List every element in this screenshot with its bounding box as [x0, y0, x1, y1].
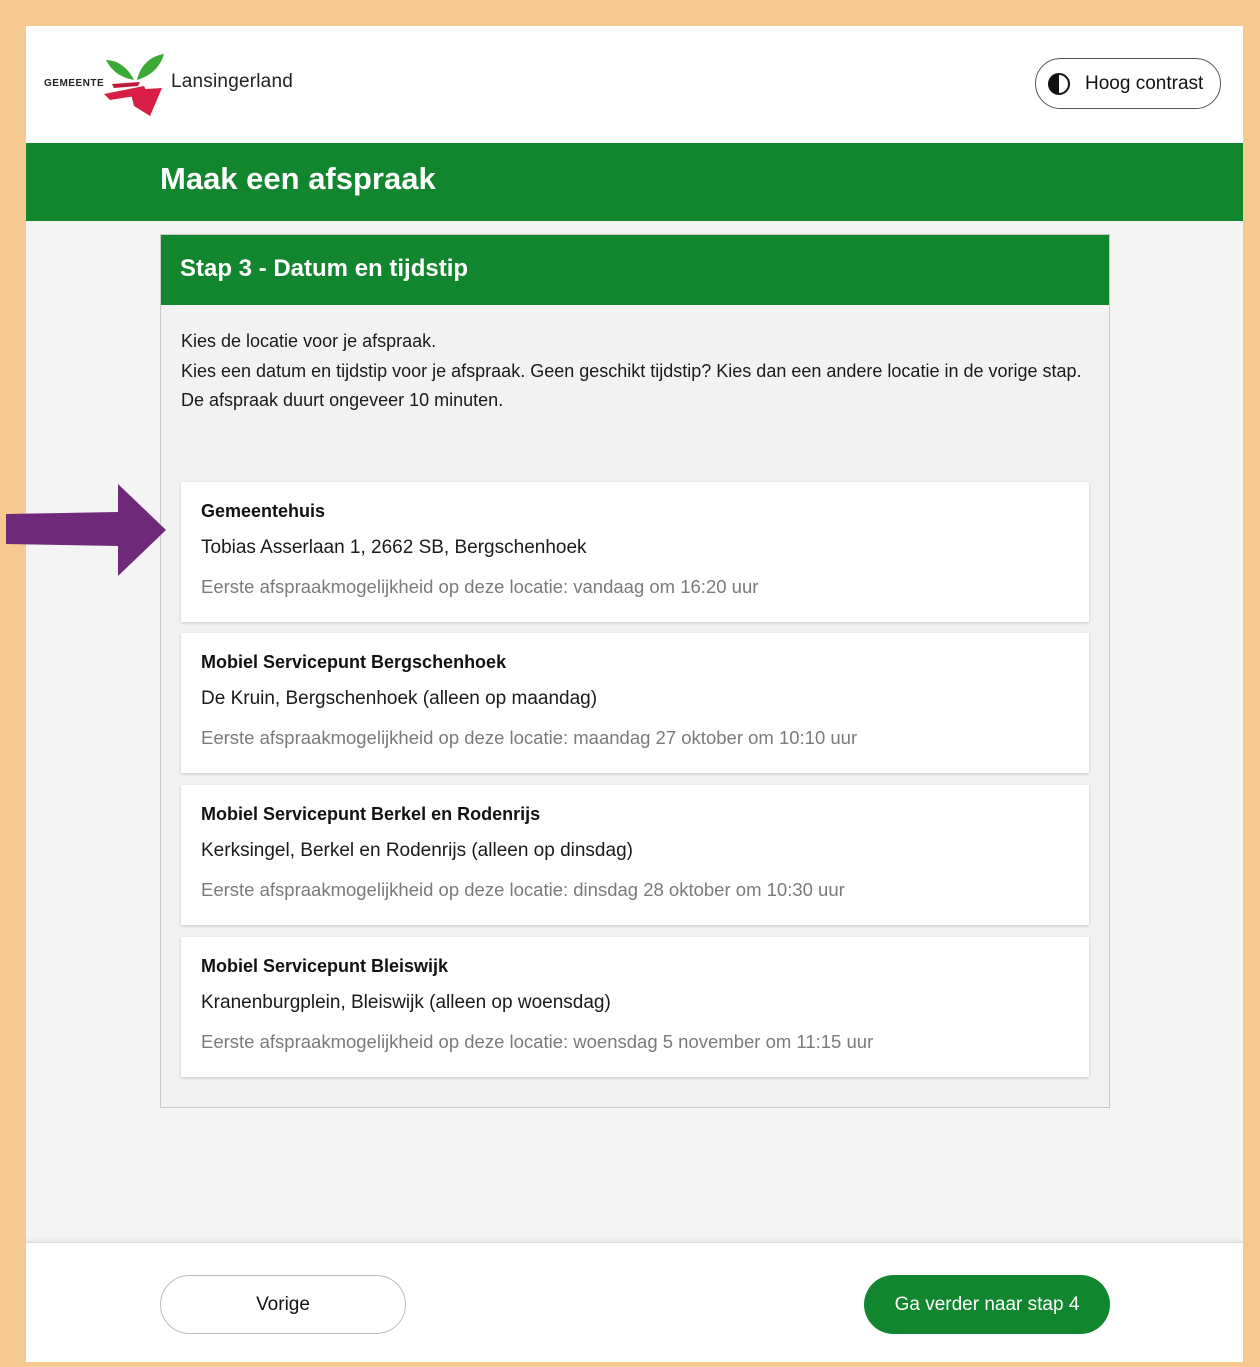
location-name: Mobiel Servicepunt Bleiswijk — [201, 956, 449, 976]
top-bar: GEMEENTE Lansingerland Hoog contrast — [26, 26, 1243, 143]
location-card-gemeentehuis[interactable]: Gemeentehuis Tobias Asserlaan 1, 2662 SB… — [181, 482, 1089, 622]
logo-small-text: GEMEENTE — [44, 78, 105, 89]
page-banner: Maak een afspraak — [26, 143, 1243, 221]
location-card-bergschenhoek[interactable]: Mobiel Servicepunt Bergschenhoek De Krui… — [181, 633, 1089, 773]
bottom-navigation: Vorige Ga verder naar stap 4 — [26, 1242, 1243, 1362]
location-address: Kranenburgplein, Bleiswijk (alleen op wo… — [201, 992, 611, 1013]
page-title: Maak een afspraak — [160, 161, 436, 196]
location-name: Mobiel Servicepunt Bergschenhoek — [201, 652, 507, 672]
location-name: Mobiel Servicepunt Berkel en Rodenrijs — [201, 804, 541, 824]
high-contrast-button[interactable]: Hoog contrast — [1035, 58, 1221, 109]
step-title: Stap 3 - Datum en tijdstip — [161, 235, 1109, 305]
municipality-logo[interactable]: GEMEENTE Lansingerland — [44, 50, 314, 120]
intro-line: De afspraak duurt ongeveer 10 minuten. — [181, 390, 504, 410]
location-first-available: Eerste afspraakmogelijkheid op deze loca… — [201, 576, 759, 597]
logo-name: Lansingerland — [171, 71, 293, 92]
arrow-pointer-icon — [6, 484, 166, 576]
location-address: Tobias Asserlaan 1, 2662 SB, Bergschenho… — [201, 537, 587, 558]
step-panel: Stap 3 - Datum en tijdstip Kies de locat… — [160, 234, 1110, 1108]
location-card-bleiswijk[interactable]: Mobiel Servicepunt Bleiswijk Kranenburgp… — [181, 937, 1089, 1077]
contrast-icon — [1048, 72, 1070, 95]
location-first-available: Eerste afspraakmogelijkheid op deze loca… — [201, 1031, 874, 1052]
location-address: Kerksingel, Berkel en Rodenrijs (alleen … — [201, 840, 633, 861]
next-step-button[interactable]: Ga verder naar stap 4 — [864, 1275, 1110, 1334]
logo-mark-icon — [104, 54, 164, 116]
location-first-available: Eerste afspraakmogelijkheid op deze loca… — [201, 879, 845, 900]
intro-line: Kies de locatie voor je afspraak. — [181, 331, 437, 351]
location-first-available: Eerste afspraakmogelijkheid op deze loca… — [201, 727, 858, 748]
step-intro: Kies de locatie voor je afspraak. Kies e… — [161, 305, 1109, 416]
intro-line: Kies een datum en tijdstip voor je afspr… — [181, 360, 1082, 381]
app-frame: GEMEENTE Lansingerland Hoog contrast Maa… — [26, 26, 1243, 1362]
location-card-berkel-en-rodenrijs[interactable]: Mobiel Servicepunt Berkel en Rodenrijs K… — [181, 785, 1089, 925]
location-name: Gemeentehuis — [201, 501, 326, 521]
location-address: De Kruin, Bergschenhoek (alleen op maand… — [201, 688, 598, 709]
high-contrast-label: Hoog contrast — [1085, 72, 1204, 94]
previous-button[interactable]: Vorige — [160, 1275, 406, 1334]
